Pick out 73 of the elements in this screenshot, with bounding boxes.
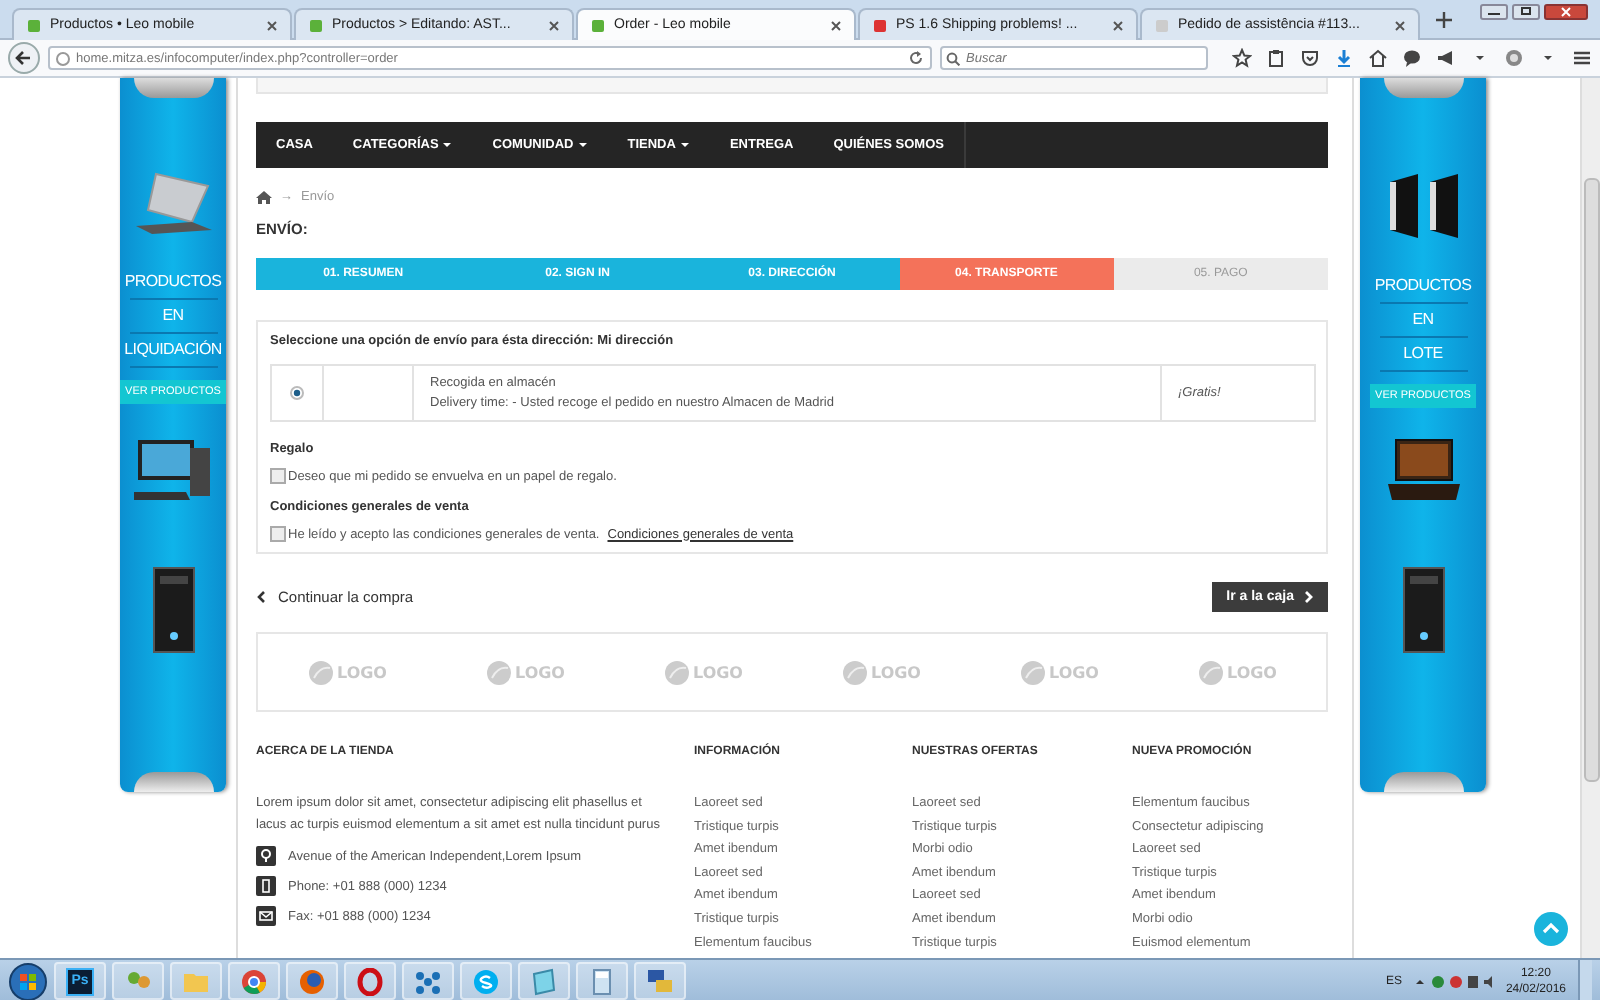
logo-mark-icon: [485, 659, 511, 685]
page-icon: [1154, 17, 1170, 33]
caret-icon: [679, 140, 690, 150]
remote-desktop-icon: [646, 967, 674, 995]
logo-mark-icon: [1197, 659, 1223, 685]
chevron-left-icon: [256, 590, 266, 604]
browser-icon: [356, 967, 384, 995]
banner-cap: [1383, 78, 1463, 98]
location-pin-icon: [256, 846, 276, 866]
taskbar-app[interactable]: [402, 962, 454, 1000]
taskbar-app[interactable]: [344, 962, 396, 1000]
laptop-drawing: [131, 170, 215, 238]
close-icon[interactable]: [548, 19, 560, 31]
chat-icon: [472, 967, 500, 995]
page-icon: [26, 17, 42, 33]
caret-icon: [442, 140, 453, 150]
taskbar-app[interactable]: [576, 962, 628, 1000]
banner-text: LIQUIDACIÓN: [122, 338, 224, 362]
banner-text: EN: [160, 304, 186, 328]
checkbox[interactable]: [270, 468, 286, 484]
calculator-icon: [588, 967, 616, 995]
network-icon: [414, 967, 442, 995]
close-icon[interactable]: [266, 19, 278, 31]
search-icon: [946, 51, 960, 65]
banner-text: EN: [1410, 308, 1436, 332]
globe-icon[interactable]: [1504, 48, 1524, 68]
globe-icon: [56, 51, 70, 65]
menu-icon[interactable]: [1572, 48, 1592, 68]
logo-mark-icon: [663, 659, 689, 685]
checkbox[interactable]: [270, 526, 286, 542]
banner-text: LOTE: [1401, 342, 1445, 366]
maximize-icon[interactable]: [1512, 4, 1540, 20]
page-icon: [872, 17, 888, 33]
megaphone-icon[interactable]: [1436, 48, 1456, 68]
banner-cap: [1383, 772, 1463, 792]
download-icon[interactable]: [1334, 48, 1354, 68]
tray-icons[interactable]: [1413, 973, 1494, 989]
close-icon[interactable]: [1544, 4, 1588, 20]
star-icon[interactable]: [1232, 48, 1252, 68]
phone-icon: [256, 876, 276, 896]
browser-icon: [298, 967, 326, 995]
banner-cap: [133, 78, 213, 98]
close-icon[interactable]: [1394, 19, 1406, 31]
home-icon[interactable]: [256, 190, 272, 204]
start-button[interactable]: [8, 961, 48, 1000]
minimize-icon[interactable]: [1480, 4, 1508, 20]
close-icon[interactable]: [1112, 19, 1124, 31]
chevron-right-icon: [1304, 590, 1314, 604]
envelope-icon: [256, 906, 276, 926]
notes-icon: [530, 967, 558, 995]
reload-icon[interactable]: [908, 50, 924, 66]
banner-text: PRODUCTOS: [122, 270, 224, 294]
home-icon[interactable]: [1368, 48, 1388, 68]
taskbar-app[interactable]: [518, 962, 570, 1000]
banner-text: PRODUCTOS: [1372, 274, 1474, 298]
clipboard-icon[interactable]: [1266, 48, 1286, 68]
taskbar-app[interactable]: [634, 962, 686, 1000]
page-icon: [590, 17, 606, 33]
radio-button[interactable]: [290, 386, 304, 400]
pocket-icon[interactable]: [1300, 48, 1320, 68]
browser-icon: [240, 967, 268, 995]
logo-mark-icon: [1019, 659, 1045, 685]
scrollbar-thumb[interactable]: [1583, 178, 1599, 782]
taskbar-app[interactable]: [228, 962, 280, 1000]
logo-mark-icon: [307, 659, 333, 685]
banner-cap: [133, 772, 213, 792]
taskbar-app[interactable]: [286, 962, 338, 1000]
logo-mark-icon: [841, 659, 867, 685]
chat-icon[interactable]: [1402, 48, 1422, 68]
back-icon[interactable]: [8, 42, 40, 74]
close-icon[interactable]: [830, 19, 842, 31]
caret-icon: [577, 140, 588, 150]
page-icon: [308, 17, 324, 33]
